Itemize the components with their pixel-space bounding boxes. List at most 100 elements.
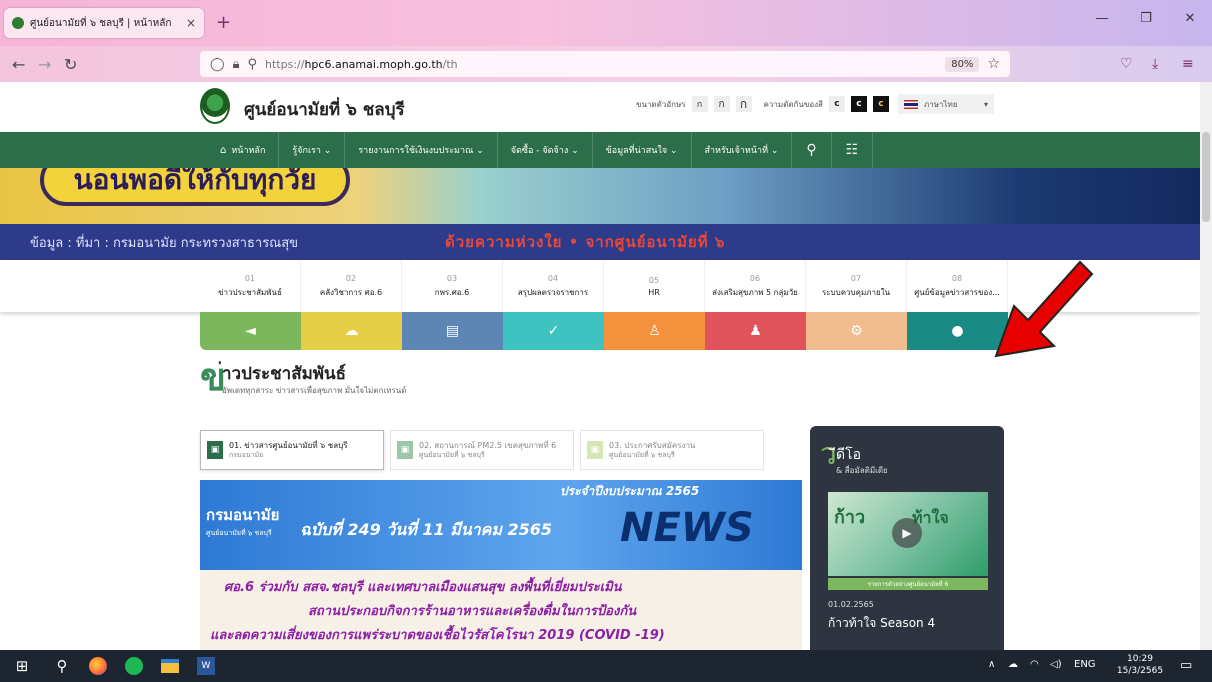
news-fiscal-year: ประจำปีงบประมาณ 2565 <box>560 484 700 498</box>
reload-icon[interactable]: ↻ <box>64 55 77 74</box>
menu-item-about[interactable]: รู้จักเรา ⌄ <box>279 132 346 168</box>
zoom-indicator[interactable]: 80% <box>945 56 980 72</box>
word-icon[interactable]: W <box>196 656 216 676</box>
video-panel: ว ีดีโอ & สื่อมัลติมีเดีย ก้าว ท้าใจ ▶ ร… <box>810 426 1004 650</box>
contrast-yellow-button[interactable]: c <box>872 96 889 112</box>
menu-item-info[interactable]: ข้อมูลที่น่าสนใจ ⌄ <box>593 132 692 168</box>
shield-icon[interactable]: ◯ <box>210 57 225 72</box>
site-favicon-icon <box>12 17 24 29</box>
volume-icon[interactable]: ◁) <box>1050 659 1062 670</box>
video-title: ีดีโอ <box>836 447 862 463</box>
home-icon: ⌂ <box>220 144 227 156</box>
url-domain: hpc6.anamai.moph.go.th <box>304 57 443 71</box>
forward-icon[interactable]: → <box>38 55 51 74</box>
onedrive-icon[interactable]: ☁ <box>1008 659 1018 670</box>
tab-title: ศูนย์อนามัยที่ ๖ ชลบุรี | หน้าหลัก <box>30 17 172 29</box>
gear-icon[interactable]: ⚙ <box>806 312 907 350</box>
main-menu: ⌂ หน้าหลัก รู้จักเรา ⌄ รายงานการใช้เงินง… <box>0 132 1200 168</box>
banner-headline: นอนพอดีให้กับทุกวัย <box>40 168 350 206</box>
banner-slogan: ด้วยความห่วงใย • จากศูนย์อนามัยที่ ๖ <box>445 233 726 251</box>
show-hidden-icons-icon[interactable]: ∧ <box>988 659 995 670</box>
news-tab-jobs[interactable]: ▣ 03. ประกาศรับสมัครงาน ศูนย์อนามัยที่ ๖ … <box>580 430 764 470</box>
input-language[interactable]: ENG <box>1074 659 1096 670</box>
file-explorer-icon[interactable] <box>160 656 180 676</box>
quicklink-kpr[interactable]: 03 กพร.ศอ.6 <box>402 260 503 312</box>
download-icon[interactable]: ⤓ <box>1152 56 1158 72</box>
url-bar[interactable]: ◯ 🔒︎ ⚲ https://hpc6.anamai.moph.go.th/th… <box>200 51 1010 77</box>
browser-tab[interactable]: ศูนย์อนามัยที่ ๖ ชลบุรี | หน้าหลัก × <box>4 8 204 38</box>
back-icon[interactable]: ← <box>12 55 25 74</box>
system-clock[interactable]: 10:29 15/3/2565 <box>1110 653 1170 677</box>
site-logo[interactable] <box>200 88 230 124</box>
notification-icon[interactable]: ▭ <box>1180 658 1192 673</box>
news-issue: ฉบับที่ 249 วันที่ 11 มีนาคม 2565 <box>300 520 552 539</box>
news-title: ่าวประชาสัมพันธ์ <box>222 364 347 384</box>
video-name[interactable]: ก้าวท้าใจ Season 4 <box>828 614 935 633</box>
menu-item-staff[interactable]: สำหรับเจ้าหน้าที่ ⌄ <box>692 132 793 168</box>
new-tab-button[interactable]: + <box>216 12 231 33</box>
close-tab-icon[interactable]: × <box>186 16 196 30</box>
news-headline-line3: และลดความเสี่ยงของการแพร่ระบาดของเชื้อไว… <box>210 628 665 643</box>
font-size-label: ขนาดตัวอักษร <box>636 99 686 109</box>
firefox-icon[interactable] <box>88 656 108 676</box>
font-size-small-button[interactable]: ก <box>691 96 708 112</box>
font-size-large-button[interactable]: ก <box>735 96 752 112</box>
extensions-icon[interactable]: ≡ <box>1182 56 1194 72</box>
bookmark-star-icon[interactable]: ☆ <box>987 56 1000 72</box>
quicklink-inspection[interactable]: 04 สรุปผลตรวจราชการ <box>503 260 604 312</box>
web-page: ศูนย์อนามัยที่ ๖ ชลบุรี ขนาดตัวอักษร ก ก… <box>0 82 1200 650</box>
search-icon[interactable]: ⚲ <box>792 132 832 168</box>
menu-item-procurement[interactable]: จัดซื้อ - จัดจ้าง ⌄ <box>498 132 593 168</box>
restore-icon[interactable]: ❐ <box>1124 0 1168 36</box>
quicklink-internal-control[interactable]: 07 ระบบควบคุมภายใน <box>806 260 907 312</box>
news-tab-pm25[interactable]: ▣ 02. สถานการณ์ PM2.5 เขตสุขภาพที่ 6 ศูนย… <box>390 430 574 470</box>
accessibility-controls: ขนาดตัวอักษร ก ก ก ความตัดกันของสี c c c <box>636 96 889 112</box>
contrast-dark-button[interactable]: c <box>850 96 867 112</box>
minimize-icon[interactable]: — <box>1080 0 1124 36</box>
quicklink-icons: ◄ ☁ ▤ ✓ ♙ ♟ ⚙ ● <box>200 312 1008 350</box>
sitemap-icon[interactable]: ☷ <box>832 132 874 168</box>
cloud-download-icon[interactable]: ☁ <box>301 312 402 350</box>
megaphone-icon[interactable]: ◄ <box>200 312 301 350</box>
book-icon[interactable]: ▤ <box>402 312 503 350</box>
hero-banner[interactable]: นอนพอดีให้กับทุกวัย ข้อมูล : ที่มา : กรม… <box>0 168 1200 260</box>
wifi-icon[interactable]: ◠ <box>1030 659 1039 670</box>
scrollbar-thumb[interactable] <box>1202 132 1210 222</box>
spotify-icon[interactable] <box>124 656 144 676</box>
close-window-icon[interactable]: ✕ <box>1168 0 1212 36</box>
play-icon[interactable]: ▶ <box>892 518 922 548</box>
video-thumbnail[interactable]: ก้าว ท้าใจ ▶ <box>828 492 988 576</box>
quicklink-academic[interactable]: 02 คลังวิชาการ ศอ.6 <box>301 260 402 312</box>
font-size-medium-button[interactable]: ก <box>713 96 730 112</box>
page-scrollbar[interactable] <box>1200 82 1212 650</box>
news-dept: กรมอนามัย <box>206 506 280 524</box>
news-headline-line2: สถานประกอบกิจการร้านอาหารและเครื่องดื่มใ… <box>308 604 637 619</box>
language-select[interactable]: ภาษาไทย ▾ <box>898 94 994 114</box>
news-tab-center[interactable]: ▣ 01. ข่าวสารศูนย์อนามัยที่ ๖ ชลบุรี กรมอ… <box>200 430 384 470</box>
windows-start-icon[interactable]: ⊞ <box>12 656 32 676</box>
search-icon[interactable]: ⚲ <box>52 656 72 676</box>
quicklink-pr[interactable]: 01 ข่าวประชาสัมพันธ์ <box>200 260 301 312</box>
pocket-icon[interactable]: ♡ <box>1120 56 1133 72</box>
checklist-icon[interactable]: ✓ <box>503 312 604 350</box>
video-subtitle: & สื่อมัลติมีเดีย <box>836 466 888 475</box>
document-icon: ▣ <box>397 441 413 459</box>
person-wave-icon[interactable]: ♟ <box>705 312 806 350</box>
quicklink-hr[interactable]: 05 HR <box>604 260 705 312</box>
contrast-normal-button[interactable]: c <box>828 96 845 112</box>
lock-icon[interactable]: 🔒︎ <box>233 57 240 72</box>
news-headline-line1: ศอ.6 ร่วมกับ สสจ.ชลบุรี และเทศบาลเมืองแส… <box>224 580 622 595</box>
person-icon[interactable]: ♙ <box>604 312 705 350</box>
menu-item-home[interactable]: ⌂ หน้าหลัก <box>200 132 280 168</box>
menu-item-budget-report[interactable]: รายงานการใช้เงินงบประมาณ ⌄ <box>345 132 498 168</box>
taskbar: ⊞ ⚲ W ∧ ☁ ◠ ◁) ENG 10:29 15/3/2565 ▭ <box>0 650 1212 682</box>
quicklink-health-promotion[interactable]: 06 ส่งเสริมสุขภาพ 5 กลุ่มวัย <box>705 260 806 312</box>
news-feature-image[interactable]: ประจำปีงบประมาณ 2565 กรมอนามัย ศูนย์อนาม… <box>200 480 802 650</box>
banner-source: ข้อมูล : ที่มา : กรมอนามัย กระทรวงสาธารณ… <box>30 235 299 251</box>
chevron-down-icon: ▾ <box>983 99 988 109</box>
permissions-icon[interactable]: ⚲ <box>247 57 257 72</box>
language-label: ภาษาไทย <box>924 99 958 109</box>
news-tabs: ▣ 01. ข่าวสารศูนย์อนามัยที่ ๖ ชลบุรี กรมอ… <box>200 430 764 470</box>
video-date: 01.02.2565 <box>828 600 874 609</box>
site-title[interactable]: ศูนย์อนามัยที่ ๖ ชลบุรี <box>244 96 405 123</box>
